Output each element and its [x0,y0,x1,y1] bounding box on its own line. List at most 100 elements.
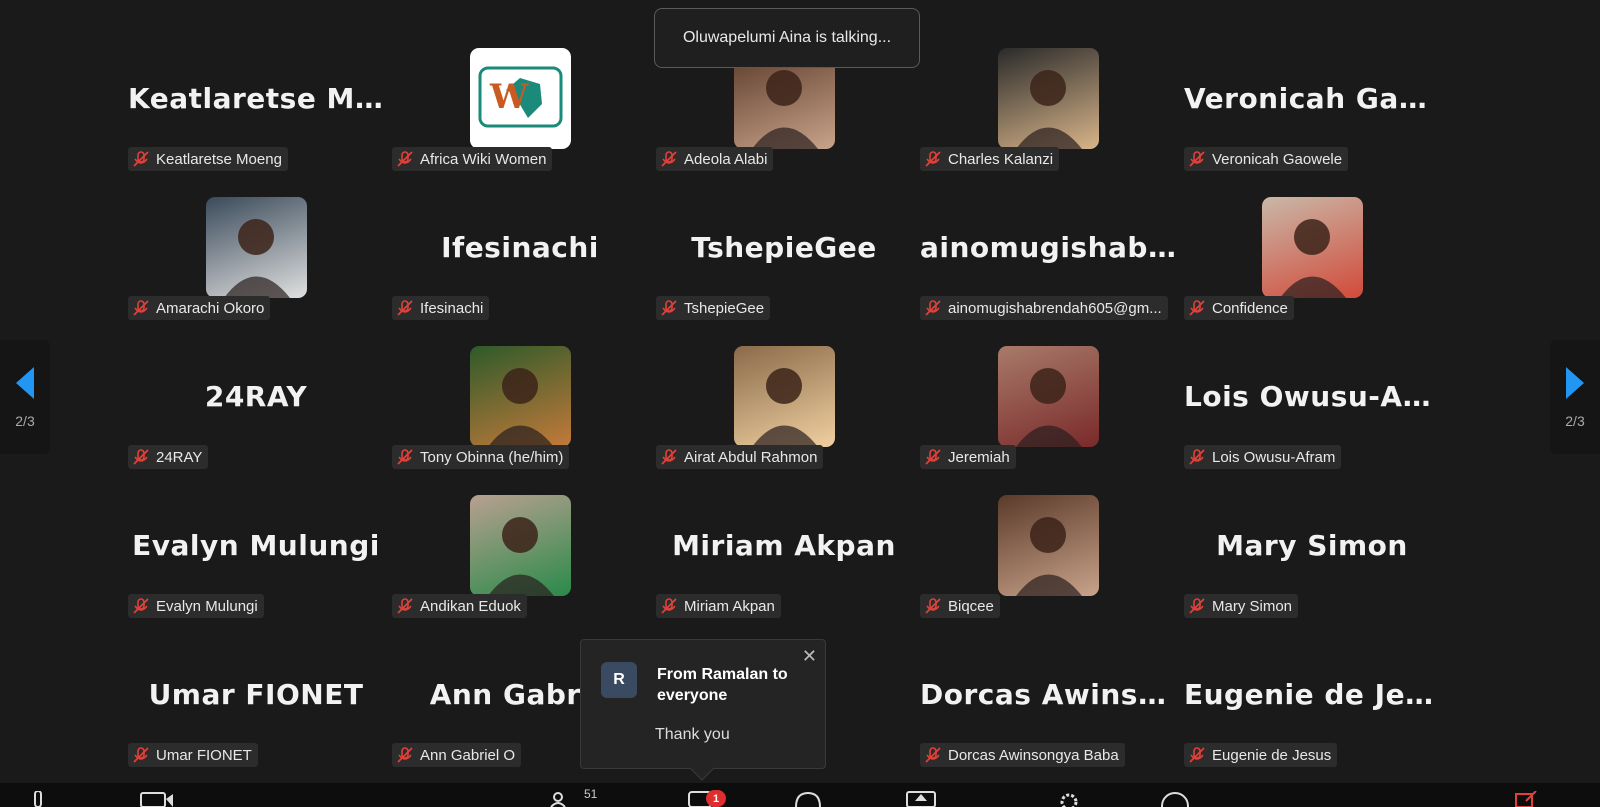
muted-microphone-icon [133,151,149,167]
participant-photo [470,346,571,447]
participant-photo [998,48,1099,149]
participant-name: Airat Abdul Rahmon [684,448,818,466]
participant-display-name: Dorcas Awinson... [920,678,1176,711]
participant-tile[interactable]: Amarachi Okoro [128,191,392,340]
participant-tile[interactable]: Dorcas Awinson... Dorcas Awinsongya Baba [920,638,1184,787]
share-screen-icon[interactable] [906,791,936,807]
participant-tile[interactable]: W Africa Wiki Women [392,42,656,191]
participant-tile[interactable]: ainomugishabr... ainomugishabrendah605@gm… [920,191,1184,340]
chat-sender: From Ramalan to everyone [657,666,788,704]
participants-icon[interactable] [550,791,572,807]
participants-count: 51 [584,787,598,801]
participant-nameplate: Ann Gabriel O [392,743,522,767]
close-icon[interactable]: ✕ [802,646,817,667]
previous-page-button[interactable]: 2/3 [0,340,50,454]
muted-microphone-icon [133,598,149,614]
participant-nameplate: Africa Wiki Women [392,147,553,171]
participant-display-name: Lois Owusu-Afr... [1184,380,1440,413]
participant-name: Veronicah Gaowele [1212,150,1343,168]
participant-name: Amarachi Okoro [156,299,265,317]
participant-tile[interactable]: Eugenie de Jesus Eugenie de Jesus [1184,638,1448,787]
participant-tile[interactable]: TshepieGee TshepieGee [656,191,920,340]
reactions-icon[interactable] [794,791,822,807]
muted-microphone-icon [661,151,677,167]
participant-tile[interactable]: Andikan Eduok [392,489,656,638]
gear-icon[interactable] [1058,791,1080,807]
participant-nameplate: ainomugishabrendah605@gm... [920,296,1168,320]
participant-nameplate: Jeremiah [920,445,1016,469]
participant-tile[interactable]: Evalyn Mulungi Evalyn Mulungi [128,489,392,638]
participant-photo [998,495,1099,596]
participant-tile[interactable]: Airat Abdul Rahmon [656,340,920,489]
participant-nameplate: Biqcee [920,594,1000,618]
participant-nameplate: TshepieGee [656,296,771,320]
meeting-toolbar: 51 [0,783,1600,807]
participant-name: Confidence [1212,299,1288,317]
participant-tile[interactable]: Veronicah Gao... Veronicah Gaowele [1184,42,1448,191]
participant-name: Evalyn Mulungi [156,597,258,615]
participant-tile[interactable]: Confidence [1184,191,1448,340]
participant-name: Ifesinachi [420,299,484,317]
participant-nameplate: Adeola Alabi [656,147,774,171]
participant-name: TshepieGee [684,299,765,317]
participant-nameplate: Mary Simon [1184,594,1299,618]
participant-tile[interactable]: Jeremiah [920,340,1184,489]
participant-tile[interactable]: Ifesinachi Ifesinachi [392,191,656,340]
participant-tile[interactable]: Tony Obinna (he/him) [392,340,656,489]
participant-tile[interactable]: Umar FIONET Umar FIONET [128,638,392,787]
participant-tile[interactable]: 24RAY 24RAY [128,340,392,489]
participant-nameplate: Umar FIONET [128,743,258,767]
page-indicator-right: 2/3 [1565,413,1585,429]
leave-icon[interactable] [1512,791,1538,807]
muted-microphone-icon [925,598,941,614]
muted-microphone-icon [661,598,677,614]
participant-tile[interactable]: Charles Kalanzi [920,42,1184,191]
participant-nameplate: Ifesinachi [392,296,490,320]
participant-tile[interactable]: Biqcee [920,489,1184,638]
sender-avatar: R [601,662,637,698]
participant-display-name: Keatlaretse Mo... [128,82,384,115]
video-icon[interactable] [140,791,174,807]
participant-name: Umar FIONET [156,746,252,764]
muted-microphone-icon [661,449,677,465]
chevron-left-icon [16,367,34,399]
more-icon[interactable] [1160,791,1190,807]
participant-display-name: Veronicah Gao... [1184,82,1440,115]
participant-photo [1262,197,1363,298]
participant-display-name: Miriam Akpan [672,529,896,562]
participant-nameplate: Tony Obinna (he/him) [392,445,570,469]
microphone-icon[interactable] [30,791,46,807]
chat-message: Thank you [655,726,730,743]
participant-nameplate: Andikan Eduok [392,594,527,618]
muted-microphone-icon [397,151,413,167]
participant-display-name: Ifesinachi [441,231,599,264]
participant-name: Lois Owusu-Afram [1212,448,1336,466]
muted-microphone-icon [397,598,413,614]
muted-microphone-icon [1189,747,1205,763]
participant-nameplate: Eugenie de Jesus [1184,743,1338,767]
next-page-button[interactable]: 2/3 [1550,340,1600,454]
participant-nameplate: Keatlaretse Moeng [128,147,288,171]
participant-name: Dorcas Awinsongya Baba [948,746,1119,764]
participant-display-name: 24RAY [204,380,308,413]
participant-nameplate: Veronicah Gaowele [1184,147,1349,171]
participant-display-name: TshepieGee [691,231,877,264]
participant-nameplate: Confidence [1184,296,1294,320]
participant-name: 24RAY [156,448,203,466]
muted-microphone-icon [661,300,677,316]
muted-microphone-icon [925,747,941,763]
participant-nameplate: Amarachi Okoro [128,296,271,320]
participant-tile[interactable]: Keatlaretse Mo... Keatlaretse Moeng [128,42,392,191]
muted-microphone-icon [397,449,413,465]
participant-nameplate: Dorcas Awinsongya Baba [920,743,1125,767]
participant-nameplate: Evalyn Mulungi [128,594,264,618]
participant-nameplate: Charles Kalanzi [920,147,1060,171]
muted-microphone-icon [1189,598,1205,614]
participant-tile[interactable]: Miriam Akpan Miriam Akpan [656,489,920,638]
participant-tile[interactable]: Lois Owusu-Afr... Lois Owusu-Afram [1184,340,1448,489]
participant-display-name: Umar FIONET [148,678,364,711]
participant-tile[interactable]: Mary Simon Mary Simon [1184,489,1448,638]
participant-display-name: Evalyn Mulungi [132,529,380,562]
chat-notification[interactable]: R From Ramalan to everyone Thank you ✕ [580,639,826,781]
svg-text:W: W [489,77,529,117]
